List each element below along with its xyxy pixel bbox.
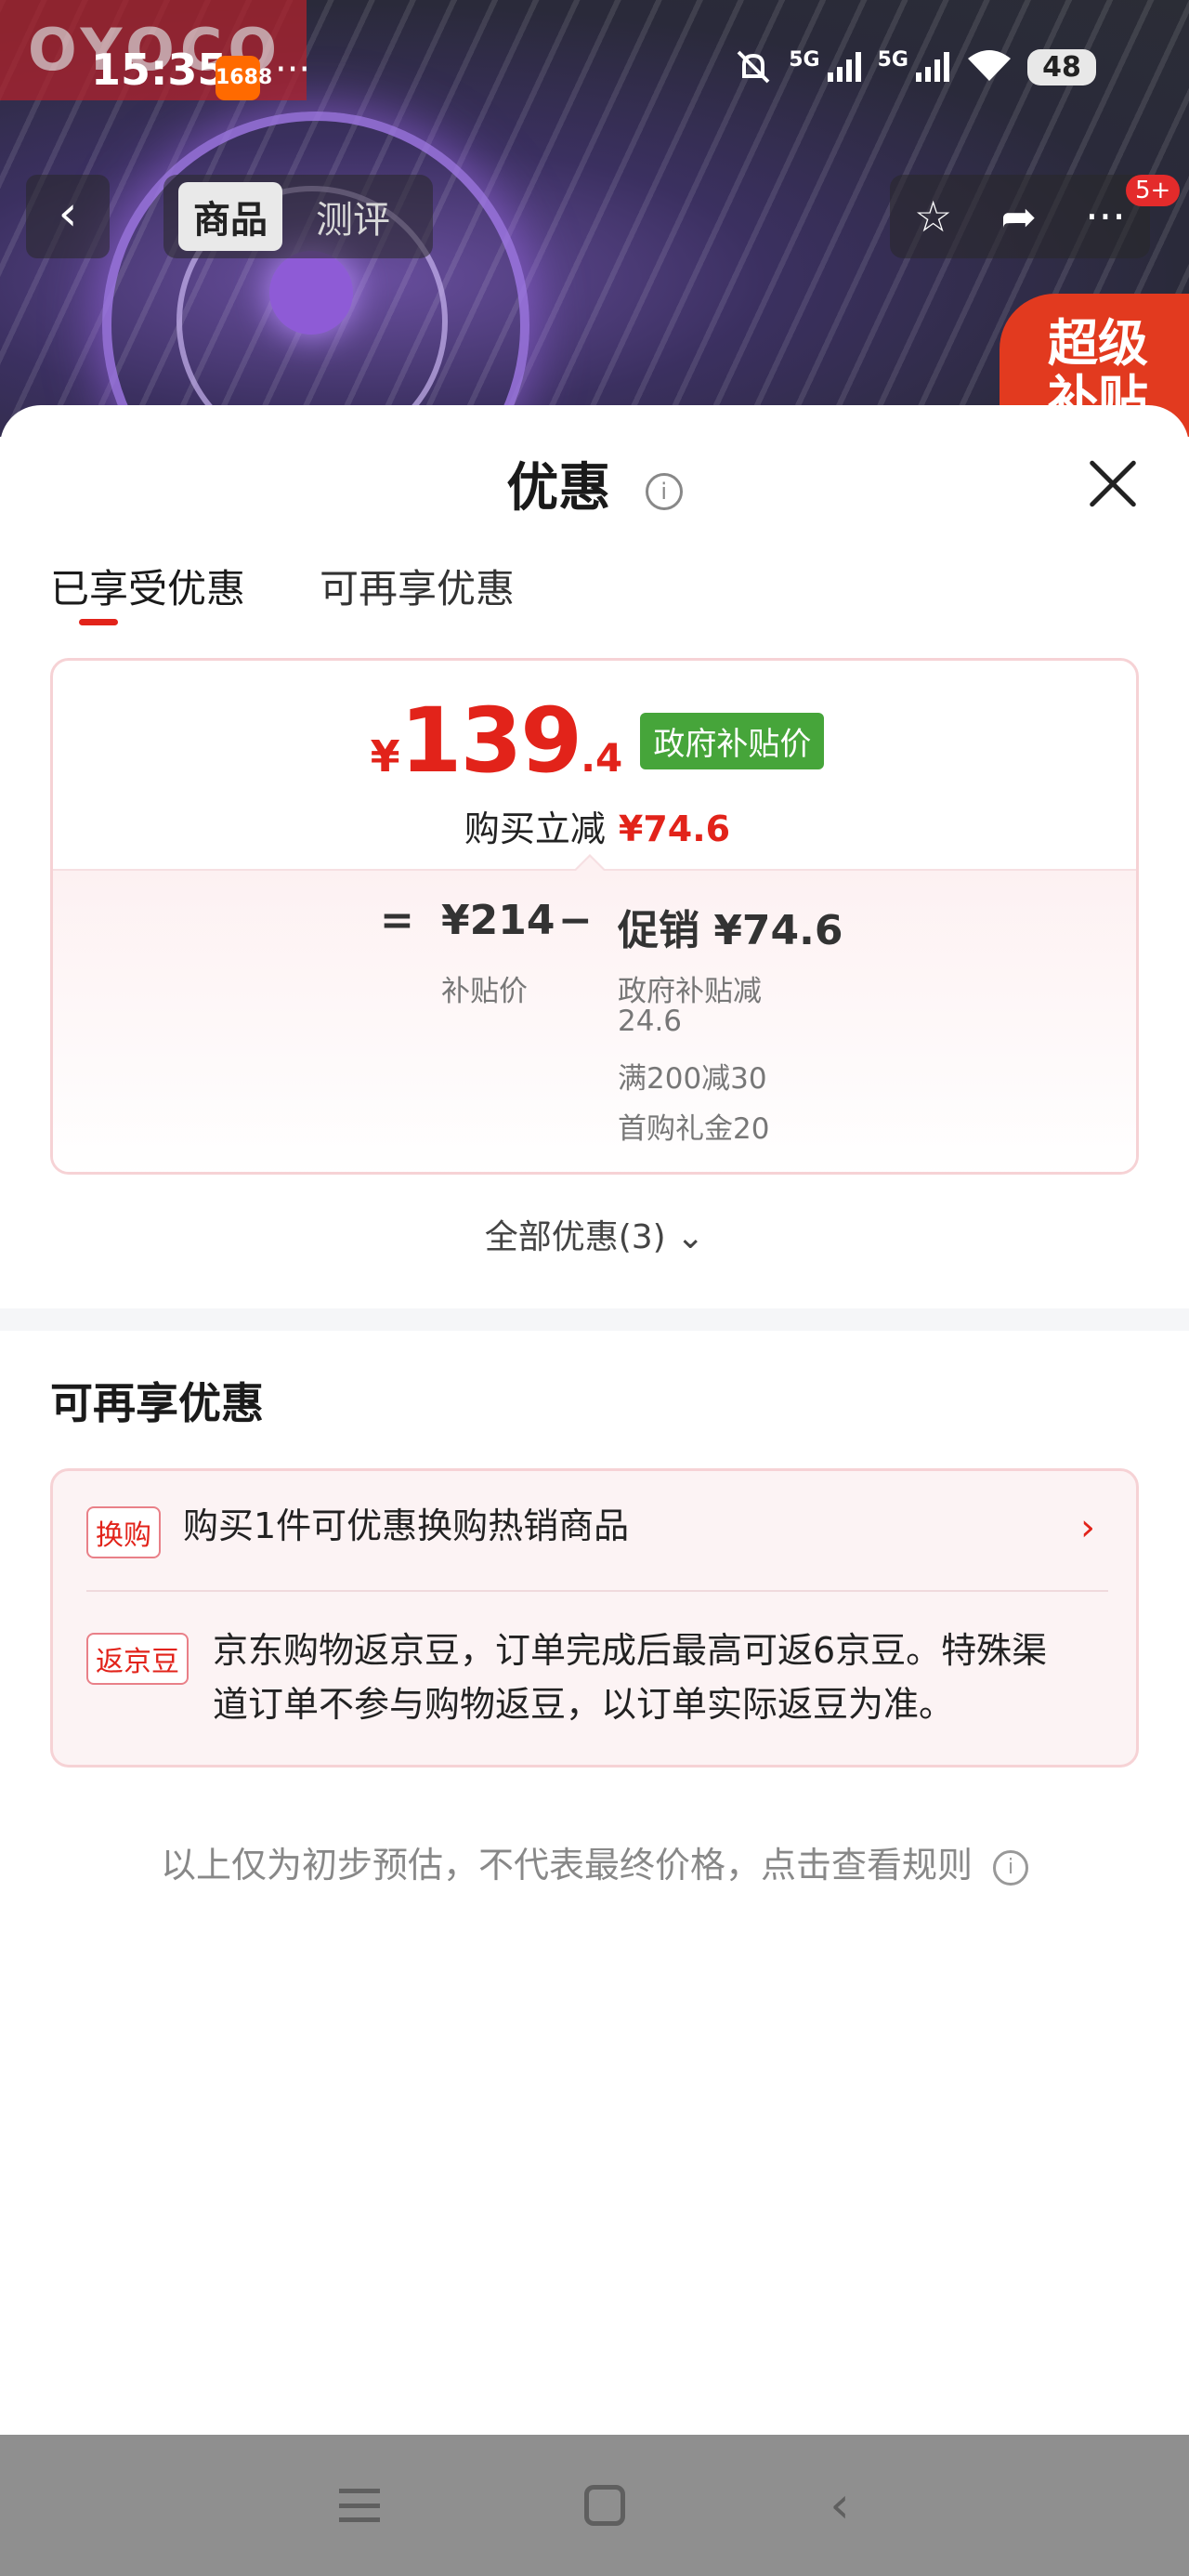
app-notification-icon: 1688 [216, 56, 272, 100]
currency-symbol: ¥ [370, 731, 400, 782]
nav-tab-review[interactable]: 测评 [301, 182, 405, 251]
jingdou-text-line1: 京东购物返京豆，订单完成后最高可返6京豆。特殊渠 [213, 1630, 1048, 1671]
trade-in-tag: 换购 [86, 1506, 161, 1558]
home-icon[interactable] [584, 2485, 626, 2526]
promo-item: 24.6 [618, 1005, 683, 1038]
sheet-title-text: 优惠 [506, 458, 611, 519]
status-bar: 15:35 1688 ··· 5G 5G 48 [0, 0, 1189, 158]
gov-subsidy-badge: 政府补贴价 [640, 713, 825, 769]
more-menu-icon[interactable]: ··· [1085, 191, 1126, 242]
promo-item: 政府补贴减 [618, 975, 762, 1008]
jingdou-text-line2: 道订单不参与购物返豆，以订单实际返豆为准。 [213, 1684, 955, 1725]
back-button[interactable]: ‹ [26, 175, 110, 258]
chevron-left-icon: ‹ [58, 186, 78, 242]
battery-indicator: 48 [1027, 48, 1096, 85]
row-divider [86, 1590, 1108, 1592]
close-icon[interactable] [1085, 455, 1141, 511]
product-hero-background: OYOCO 15:35 1688 ··· 5G 5G 48 ‹ 商品 测评 ☆ … [0, 0, 1189, 437]
active-tab-indicator [79, 619, 118, 625]
menu-icon[interactable] [339, 2489, 381, 2522]
price-breakdown-card: ¥139.4 政府补贴价 购买立减 ¥74.6 = ¥214 补贴价 − 促销 ¥… [50, 658, 1139, 1175]
promo-item: 首购礼金20 [618, 1112, 770, 1146]
equals-sign: = [380, 897, 414, 944]
fan-image-hub [269, 251, 353, 335]
system-nav-bar: ‹ [0, 2435, 1189, 2576]
instant-discount-amount: ¥74.6 [618, 808, 731, 849]
more-offers-card: 换购 购买1件可优惠换购热销商品 › 返京豆 京东购物返京豆，订单完成后最高可返… [50, 1468, 1139, 1768]
mute-icon [737, 50, 770, 84]
message-count-badge: 5+ [1126, 175, 1181, 206]
system-icons: 5G 5G 48 [733, 48, 1096, 85]
price-decimal: .4 [581, 735, 623, 781]
disclaimer-text: 以上仅为初步预估，不代表最终价格，点击查看规则 [160, 1845, 973, 1886]
signal-icon-2 [916, 52, 949, 82]
product-actions: ☆ ➦ ··· [890, 175, 1150, 258]
caret-pointer-fill [575, 857, 605, 872]
disclaimer-link[interactable]: 以上仅为初步预估，不代表最终价格，点击查看规则 i [0, 1836, 1189, 1887]
price-formula: = ¥214 补贴价 − 促销 ¥74.6 政府补贴减 24.6 满200减30… [53, 854, 1136, 1172]
sheet-tabs: 已享受优惠 可再享优惠 [50, 558, 515, 614]
trade-in-text: 购买1件可优惠换购热销商品 [183, 1505, 630, 1546]
share-icon[interactable]: ➦ [1000, 191, 1037, 242]
tab-more-offers[interactable]: 可再享优惠 [320, 558, 515, 614]
section-divider [0, 1308, 1189, 1331]
wifi-icon [968, 50, 1011, 81]
info-icon[interactable]: i [645, 472, 683, 510]
more-offers-title: 可再享优惠 [50, 1378, 264, 1428]
all-offers-label: 全部优惠(3) [484, 1218, 666, 1256]
back-icon[interactable]: ‹ [830, 2480, 850, 2530]
product-nav-tabs: 商品 测评 [163, 175, 433, 258]
favorite-star-icon[interactable]: ☆ [914, 191, 952, 242]
base-price-label: 补贴价 [441, 975, 528, 1008]
final-price: ¥139.4 政府补贴价 [53, 689, 1136, 793]
instant-discount: 购买立减 ¥74.6 [53, 800, 1136, 851]
nav-tab-product[interactable]: 商品 [178, 182, 282, 251]
base-price: ¥214 [441, 897, 555, 944]
chevron-right-icon: › [1080, 1506, 1095, 1549]
network-type-label: 5G [789, 48, 820, 72]
network-type-label-2: 5G [877, 48, 908, 72]
status-more-icon: ··· [275, 48, 311, 91]
all-offers-link[interactable]: 全部优惠(3) ⌄ [0, 1210, 1189, 1258]
promo-item: 满200减30 [618, 1062, 767, 1096]
signal-icon [827, 52, 861, 82]
instant-discount-label: 购买立减 [464, 808, 606, 849]
promo-line-1: 超级 [1048, 314, 1148, 373]
jingdou-tag: 返京豆 [86, 1633, 189, 1685]
sheet-title: 优惠 i [0, 446, 1189, 521]
status-time: 15:35 [91, 45, 228, 95]
tab-enjoyed-offers[interactable]: 已享受优惠 [50, 558, 245, 614]
chevron-down-icon: ⌄ [676, 1218, 705, 1256]
promo-total: 促销 ¥74.6 [618, 907, 843, 954]
minus-sign: − [558, 897, 593, 944]
info-icon: i [993, 1849, 1029, 1886]
discount-sheet: 优惠 i 已享受优惠 可再享优惠 ¥139.4 政府补贴价 购买立减 ¥74.6 … [0, 405, 1189, 2435]
price-integer: 139 [399, 689, 582, 793]
